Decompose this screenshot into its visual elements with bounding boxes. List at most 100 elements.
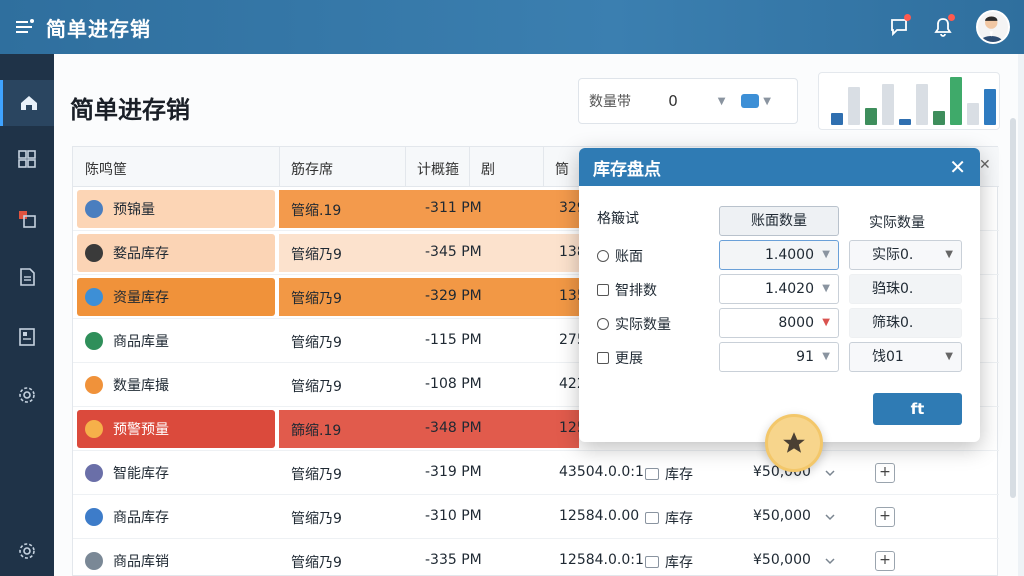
add-button[interactable]: +: [875, 463, 895, 483]
item-name: 婺品库存: [113, 246, 169, 262]
gear-icon: [19, 387, 35, 403]
sidebar-item-dashboard[interactable]: [0, 136, 54, 182]
app-title: 简单进存销: [46, 16, 151, 41]
column-header[interactable]: 筒: [555, 159, 569, 179]
item-name-cell: 商品库存: [77, 498, 275, 536]
chevron-down-icon[interactable]: [825, 512, 835, 522]
column-header[interactable]: 筋存席: [291, 159, 333, 179]
chevron-down-icon: ▼: [717, 95, 726, 107]
menu-icon[interactable]: [14, 16, 36, 38]
sidebar-item-config[interactable]: [0, 528, 54, 574]
document-icon: [20, 268, 35, 286]
book-quantity-input[interactable]: 91 ▼: [719, 342, 839, 372]
book-quantity-input[interactable]: 8000 ▼: [719, 308, 839, 338]
cell-col3: -319 PM: [425, 464, 482, 480]
actual-quantity-select[interactable]: 驺珠0.: [849, 274, 962, 304]
row-label[interactable]: 更展: [597, 348, 643, 368]
item-icon: [85, 552, 103, 570]
item-name: 数量库撮: [113, 378, 169, 394]
avatar[interactable]: [976, 10, 1010, 44]
item-icon: [85, 420, 103, 438]
stocktake-dialog: 库存盘点 ✕ 格簸试 账面数量 实际数量 账面 1.4000 ▼ 实际0. ▼ 智排数 1.…: [579, 148, 980, 442]
chevron-down-icon[interactable]: [825, 468, 835, 478]
item-icon: [85, 244, 103, 262]
checkbox[interactable]: [597, 284, 609, 296]
add-button[interactable]: +: [875, 551, 895, 571]
item-name-cell: 商品库销: [77, 542, 275, 576]
column-header[interactable]: 陈鸣筐: [85, 159, 127, 179]
favorite-button[interactable]: [765, 414, 823, 472]
book-quantity-button[interactable]: 账面数量: [719, 206, 839, 236]
mini-chart-bar: [899, 119, 911, 125]
cell-col2: 篩缩.19: [291, 423, 342, 439]
close-icon[interactable]: ✕: [949, 155, 966, 179]
sidebar-item-home[interactable]: [0, 80, 54, 126]
cell-col2: 管缩乃9: [291, 247, 342, 263]
column-header[interactable]: 剧: [481, 159, 495, 179]
amount-cell: ¥50,000: [753, 508, 811, 524]
chat-notification-icon[interactable]: [888, 14, 911, 38]
add-button[interactable]: +: [875, 507, 895, 527]
book-quantity-input[interactable]: 1.4000 ▼: [719, 240, 839, 270]
quantity-filter[interactable]: 数量带 0 ▼ ▼: [578, 78, 798, 124]
sidebar-item-documents[interactable]: [0, 254, 54, 300]
table-row[interactable]: 商品库存 管缩乃9 -310 PM 12584.0.00 库存 ¥50,000 +: [73, 495, 999, 539]
cell-col3: -335 PM: [425, 552, 482, 568]
cell-col3: -311 PM: [425, 200, 482, 216]
row-label[interactable]: 账面: [597, 246, 643, 266]
mini-chart-bar: [882, 84, 894, 125]
sidebar: [0, 54, 54, 576]
table-row[interactable]: 商品库销 管缩乃9 -335 PM 12584.0.0:1 库存 ¥50,000 +: [73, 539, 999, 576]
item-name-cell: 商品库量: [77, 322, 275, 360]
chevron-down-icon: ▼: [763, 95, 771, 107]
item-name-cell: 婺品库存: [77, 234, 275, 272]
cell-col2: 管缩乃9: [291, 555, 342, 571]
item-icon: [85, 508, 103, 526]
mini-chart-bar: [916, 84, 928, 125]
home-icon: [20, 96, 37, 110]
checkbox[interactable]: [597, 352, 609, 364]
scrollbar[interactable]: [1010, 118, 1016, 498]
sidebar-item-inventory[interactable]: [0, 196, 54, 242]
mini-chart-bar: [967, 103, 979, 125]
item-name-cell: 预警预量: [77, 410, 275, 448]
item-name-cell: 数量库撮: [77, 366, 275, 404]
mini-bar-chart: [818, 72, 1000, 130]
cell-col4: 12584.0.0:1: [559, 552, 644, 568]
close-icon[interactable]: ✕: [979, 157, 991, 173]
message-icon[interactable]: [741, 94, 760, 108]
cell-col3: -348 PM: [425, 420, 482, 436]
item-name: 预锦量: [113, 202, 155, 218]
column-header[interactable]: 计概箍: [417, 159, 459, 179]
item-name-cell: 资量库存: [77, 278, 275, 316]
actual-quantity-header: 实际数量: [869, 215, 925, 231]
row-label[interactable]: 实际数量: [597, 314, 671, 334]
cell-col2: 管缩乃9: [291, 335, 342, 351]
settings-icon: [19, 543, 35, 559]
table-row[interactable]: 智能库存 管缩乃9 -319 PM 43504.0.0:1 库存 ¥50,000 +: [73, 451, 999, 495]
actual-quantity-select[interactable]: 实际0. ▼: [849, 240, 962, 270]
edit-icon: [645, 468, 659, 480]
cell-col2: 管缩乃9: [291, 467, 342, 483]
sidebar-item-settings[interactable]: [0, 372, 54, 418]
bell-icon[interactable]: [932, 14, 955, 38]
stock-action[interactable]: 库存: [645, 552, 693, 572]
cell-col2: 管缩.19: [291, 203, 342, 219]
actual-quantity-select[interactable]: 饯01 ▼: [849, 342, 962, 372]
item-name: 商品库量: [113, 334, 169, 350]
checkbox[interactable]: [597, 318, 609, 330]
confirm-button[interactable]: ft: [873, 393, 962, 425]
mini-chart-bar: [933, 111, 945, 125]
row-label[interactable]: 智排数: [597, 280, 657, 300]
actual-quantity-select[interactable]: 筛珠0.: [849, 308, 962, 338]
checkbox[interactable]: [597, 250, 609, 262]
cell-col3: -329 PM: [425, 288, 482, 304]
item-icon: [85, 288, 103, 306]
item-name: 预警预量: [113, 422, 169, 438]
stock-action[interactable]: 库存: [645, 464, 693, 484]
stock-action[interactable]: 库存: [645, 508, 693, 528]
item-name-cell: 智能库存: [77, 454, 275, 492]
chevron-down-icon[interactable]: [825, 556, 835, 566]
book-quantity-input[interactable]: 1.4020 ▼: [719, 274, 839, 304]
sidebar-item-reports[interactable]: [0, 314, 54, 360]
